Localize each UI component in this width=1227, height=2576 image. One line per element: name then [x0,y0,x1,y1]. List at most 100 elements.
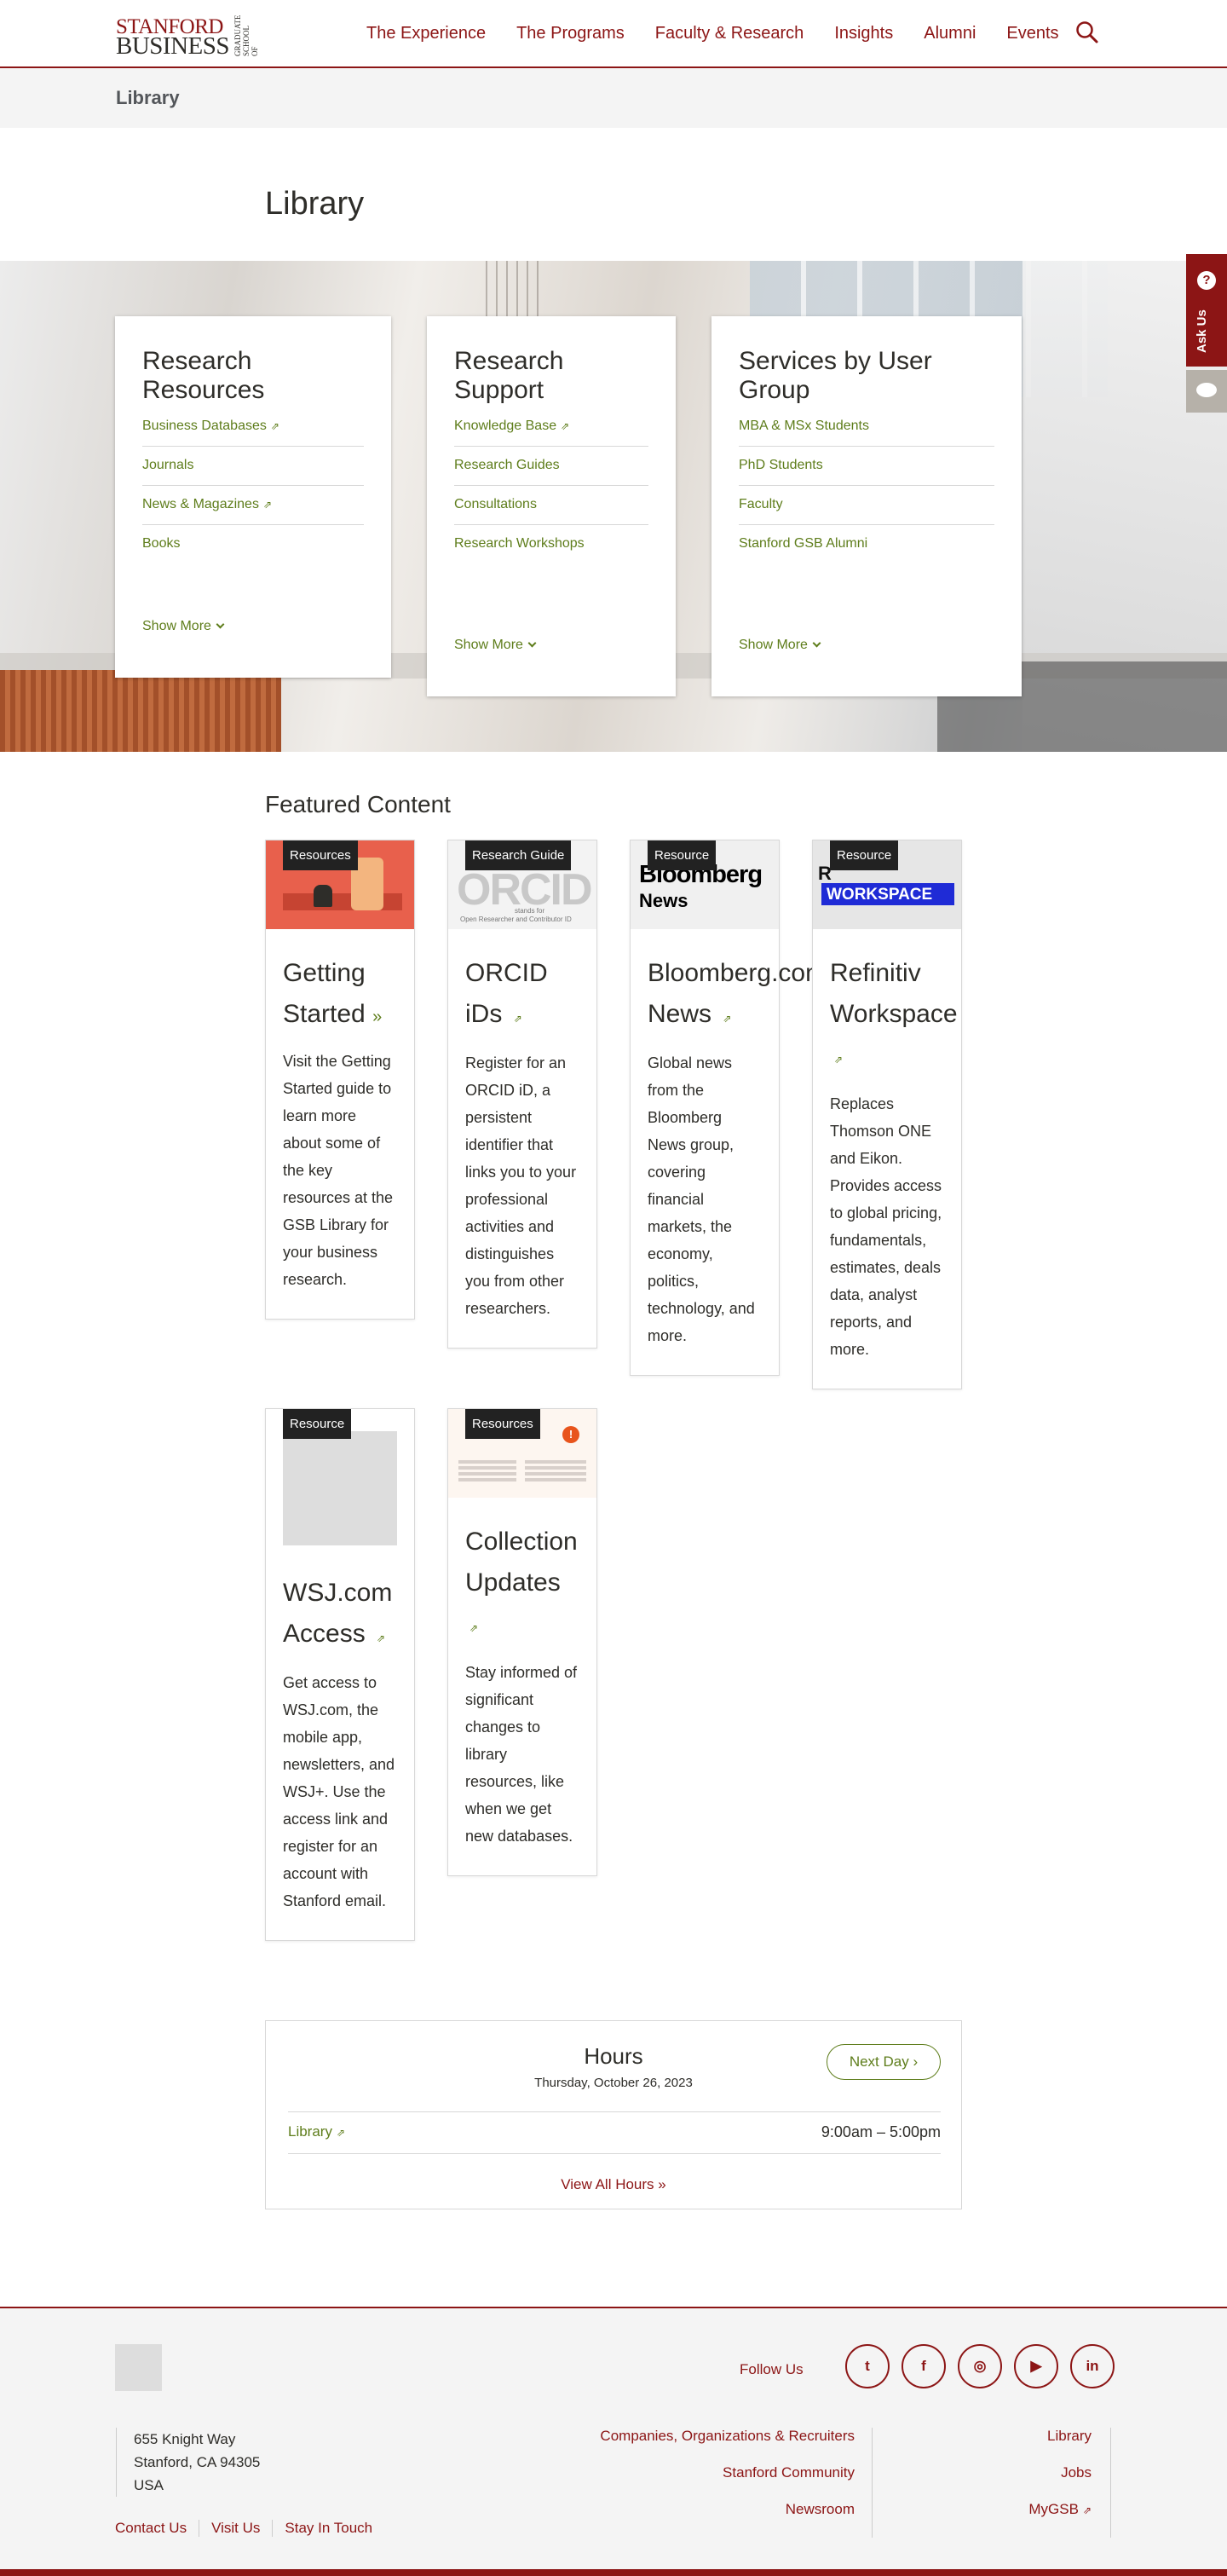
card-title: Collection Updates ⇗ [465,1522,579,1649]
footer-link-contact-us[interactable]: Contact Us [115,2520,199,2537]
link-mba-msx-students[interactable]: MBA & MSx Students [739,415,994,447]
show-more-label: Show More [142,619,211,633]
card-title: Bloomberg.com News ⇗ [648,953,827,1039]
external-link-icon: ⇗ [336,2127,346,2139]
link-label: Journals [142,458,194,472]
card-title-line: WSJ.com [283,1579,393,1607]
show-more-button[interactable]: Show More [454,638,537,653]
card-title-line: News [648,1000,712,1028]
card-description: Global news from the Bloomberg News grou… [648,1054,755,1344]
link-label: Research Workshops [454,536,585,551]
card-title: ORCID iDs ⇗ [465,953,579,1039]
featured-card-wsj[interactable]: Resource WSJ.com Access ⇗ Get access to W… [265,1408,415,1941]
link-books[interactable]: Books [142,525,364,563]
card-body: Collection Updates ⇗ Stay informed of sig… [448,1498,596,1875]
chat-tab[interactable] [1186,370,1227,413]
link-research-workshops[interactable]: Research Workshops [454,525,648,563]
show-more-label: Show More [454,638,523,652]
footer-bottom-bar [0,2569,1227,2576]
twitter-icon[interactable]: t [845,2344,890,2388]
thumb-shape [283,893,402,910]
link-gsb-alumni[interactable]: Stanford GSB Alumni [739,525,994,563]
card-research-support: Research Support Knowledge Base ⇗ Researc… [427,316,676,696]
nav-the-programs[interactable]: The Programs [516,24,625,43]
featured-card-getting-started[interactable]: Resources Getting Started » Visit the Get… [265,840,415,1320]
gsb-logo[interactable]: STANFORD BUSINESS GRADUATE SCHOOL OF [116,15,259,59]
featured-card-bloomberg[interactable]: Resource Bloomberg News Bloomberg.com New… [630,840,827,1376]
link-business-databases[interactable]: Business Databases ⇗ [142,415,364,447]
footer-link-mygsb[interactable]: MyGSB ⇗ [886,2501,1092,2538]
card-title: Services by User Group [739,347,932,404]
workspace-banner: WORKSPACE [821,883,954,905]
address-line: USA [134,2477,164,2493]
card-thumbnail: Research Guide ORCID stands for Open Res… [448,840,596,929]
footer-address: 655 Knight Way Stanford, CA 94305 USA [116,2428,260,2497]
link-news-magazines[interactable]: News & Magazines ⇗ [142,486,364,525]
card-description: Get access to WSJ.com, the mobile app, n… [283,1674,395,1909]
footer-link-visit-us[interactable]: Visit Us [199,2520,272,2537]
nav-the-experience[interactable]: The Experience [366,24,486,43]
show-more-button[interactable]: Show More [142,619,225,634]
show-more-label: Show More [739,638,808,652]
footer-logo-placeholder[interactable] [115,2344,162,2391]
linkedin-icon[interactable]: in [1070,2344,1115,2388]
link-consultations[interactable]: Consultations [454,486,648,525]
orcid-caption: Open Researcher and Contributor ID [460,915,572,923]
ask-us-tab[interactable]: ? Ask Us [1186,254,1227,367]
featured-card-collection-updates[interactable]: Resources ! Collection Updates ⇗ Stay inf… [447,1408,597,1876]
nav-faculty-research[interactable]: Faculty & Research [655,24,804,43]
page-title: Library [265,186,365,222]
external-link-icon: ⇗ [377,1632,386,1644]
search-icon[interactable] [1075,20,1099,44]
link-knowledge-base[interactable]: Knowledge Base ⇗ [454,415,648,447]
footer-link-stanford-community[interactable]: Stanford Community [588,2464,855,2501]
link-faculty[interactable]: Faculty [739,486,994,525]
card-title: Research Resources [142,347,265,404]
chat-bubble-icon [1196,383,1217,397]
card-tag: Resources [465,1409,540,1439]
featured-card-refinitiv[interactable]: Resource R WORKSPACE Refinitiv Workspace … [812,840,962,1389]
youtube-icon[interactable]: ▶ [1014,2344,1058,2388]
footer-link-recruiters[interactable]: Companies, Organizations & Recruiters [588,2428,855,2464]
card-thumbnail: Resources [266,840,414,929]
thumb-lines [458,1460,516,1484]
section-bar-label[interactable]: Library [116,87,180,109]
site-footer: Follow Us t f ◎ ▶ in 655 Knight Way Stan… [0,2307,1227,2576]
workspace-text: WORKSPACE [827,886,933,904]
external-link-icon: ⇗ [723,1013,732,1025]
external-link-icon: ⇗ [270,420,279,432]
next-day-button[interactable]: Next Day › [827,2044,941,2080]
instagram-icon[interactable]: ◎ [958,2344,1002,2388]
footer-link-library[interactable]: Library [886,2428,1092,2464]
nav-alumni[interactable]: Alumni [924,24,976,43]
card-links: MBA & MSx Students PhD Students Faculty … [739,415,994,563]
external-link-icon: ⇗ [1082,2504,1092,2516]
card-tag: Resource [648,840,717,870]
card-services-by-user-group: Services by User Group MBA & MSx Student… [711,316,1022,696]
nav-insights[interactable]: Insights [834,24,893,43]
card-title: Refinitiv Workspace ⇗ [830,953,958,1080]
card-tag: Resources [283,840,358,870]
footer-link-newsroom[interactable]: Newsroom [588,2501,855,2538]
view-all-label: View All Hours [561,2176,654,2192]
link-journals[interactable]: Journals [142,447,364,486]
card-description: Replaces Thomson ONE and Eikon. Provides… [830,1095,942,1358]
featured-card-orcid[interactable]: Research Guide ORCID stands for Open Res… [447,840,597,1349]
card-title-line: Workspace [830,1000,958,1028]
ask-us-label: Ask Us [1195,309,1209,353]
hours-location-link[interactable]: Library ⇗ [288,2123,345,2140]
card-title-line: iDs [465,1000,503,1028]
view-all-hours-link[interactable]: View All Hours » [266,2176,961,2193]
card-links: Knowledge Base ⇗ Research Guides Consulta… [454,415,648,563]
footer-link-stay-in-touch[interactable]: Stay In Touch [272,2520,384,2537]
show-more-button[interactable]: Show More [739,638,821,653]
next-day-label: Next Day [849,2053,909,2070]
chevron-down-icon [216,620,225,629]
footer-link-jobs[interactable]: Jobs [886,2464,1092,2501]
facebook-icon[interactable]: f [902,2344,946,2388]
nav-events[interactable]: Events [1006,24,1058,43]
link-research-guides[interactable]: Research Guides [454,447,648,486]
card-title: Getting Started » [283,953,397,1037]
card-title: WSJ.com Access ⇗ [283,1573,397,1659]
link-phd-students[interactable]: PhD Students [739,447,994,486]
